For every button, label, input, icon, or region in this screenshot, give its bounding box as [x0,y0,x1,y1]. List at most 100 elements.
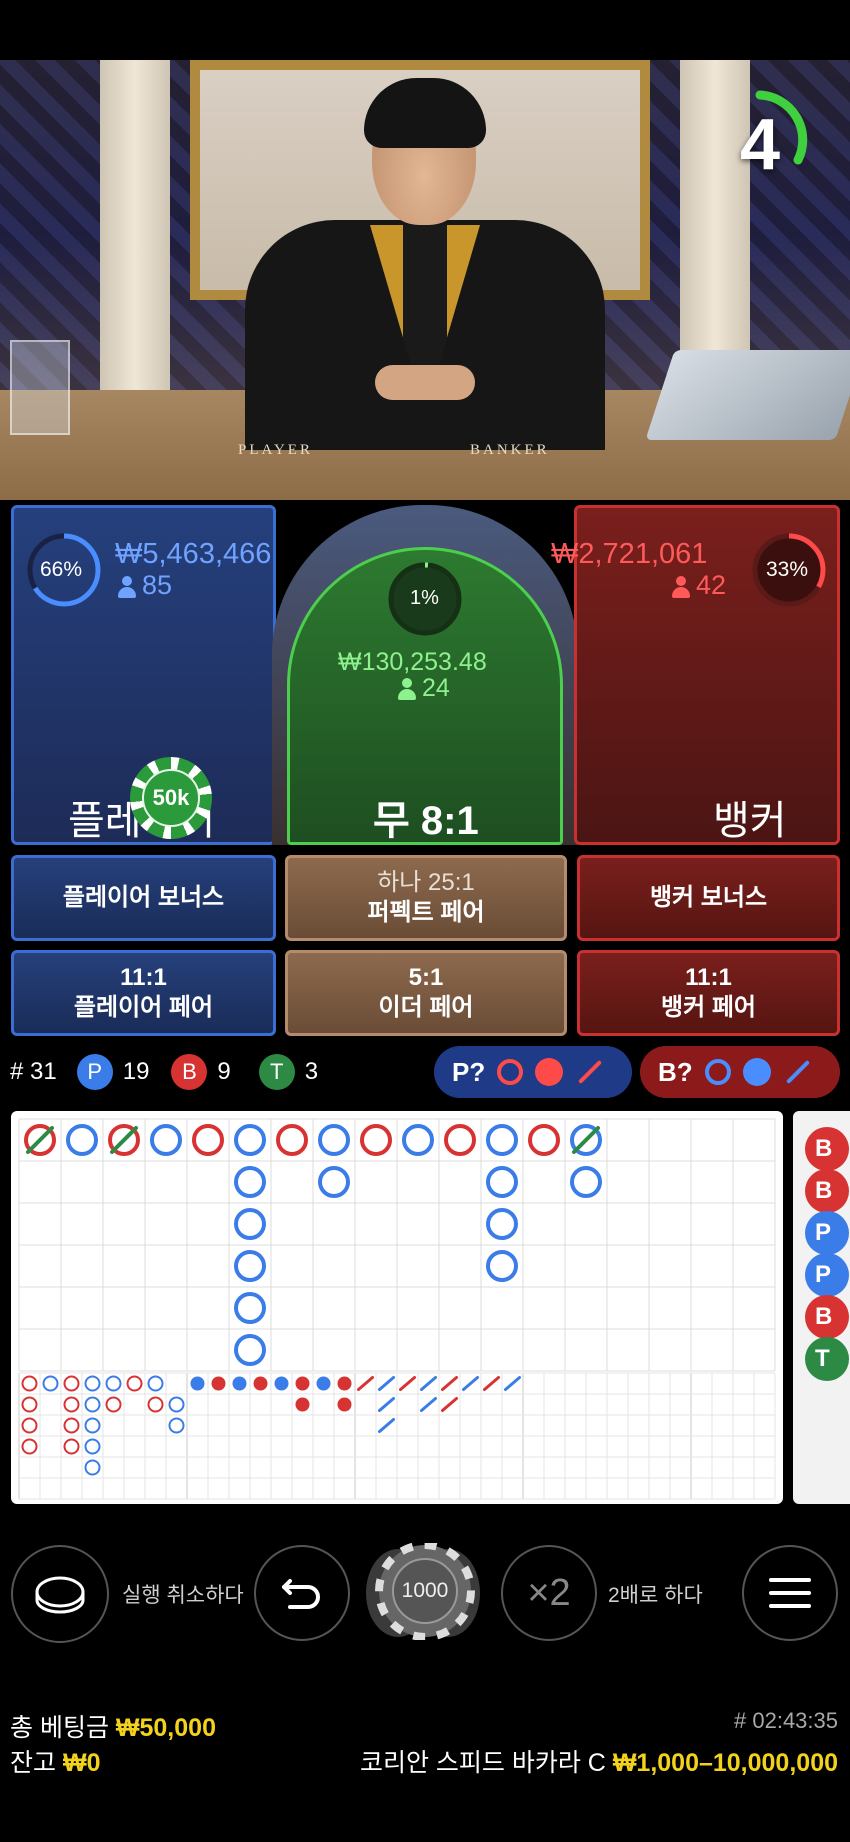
player-wins-badge: P [76,1054,113,1090]
player-wins-count: 19 [122,1058,150,1085]
small-road-mark [211,1376,226,1391]
small-road-mark [337,1397,352,1412]
big-road-player-mark [318,1166,350,1198]
big-eye-road-mark [63,1375,80,1392]
table-name: 코리안 스피드 바카라 C [359,1749,606,1777]
undo-button[interactable] [254,1545,350,1641]
big-eye-road-mark [126,1375,143,1392]
cockroach-road-mark [441,1376,458,1391]
big-road-banker-mark [528,1124,560,1156]
big-road-player-mark [486,1124,518,1156]
bead-side-badge: B [805,1127,849,1171]
big-road-banker-mark [276,1124,308,1156]
side-bet-player-pair[interactable]: 11:1 플레이어 페어 [11,950,276,1036]
player-percent: 66% [40,558,83,581]
balance-value: ₩0 [62,1749,101,1777]
balance-row: 잔고 ₩0 [10,1743,100,1779]
tie-count-row: 24 [398,674,450,703]
big-eye-road-mark [63,1438,80,1455]
cockroach-road-mark [420,1376,437,1391]
big-eye-road-mark [63,1417,80,1434]
cockroach-road-mark [378,1376,395,1391]
hamburger-menu-icon [769,1578,811,1608]
big-road-player-mark [234,1166,266,1198]
bead-road-sidebar: BBPPBT [793,1111,850,1504]
banker-pair-label: 뱅커 페어 [661,994,756,1021]
big-eye-road-mark [84,1375,101,1392]
person-icon [672,575,690,598]
cockroach-road-mark [399,1376,416,1391]
cockroach-predict-icon [785,1059,810,1085]
banker-wins-badge: B [171,1054,208,1090]
player-pair-odds: 11:1 [120,964,167,991]
bead-side-badge: P [805,1211,849,1255]
chip-selector[interactable]: 1000 [362,1543,484,1640]
tie-slash-mark [26,1126,54,1154]
banker-percent: 33% [766,558,809,581]
bead-side-badge: B [805,1169,849,1213]
big-road-player-mark [318,1124,350,1156]
side-bet-player-bonus[interactable]: 플레이어 보너스 [11,855,276,941]
banker-wins-count: 9 [217,1058,231,1085]
small-road-mark [295,1397,310,1412]
scoreboard-roadmap[interactable] [11,1111,783,1504]
countdown-timer: 4 [710,90,820,205]
total-bet-label: 총 베팅금 [10,1714,109,1742]
side-bet-either-pair[interactable]: 5:1 이더 페어 [285,950,567,1036]
double-button[interactable]: ×2 [501,1545,597,1641]
cockroach-road-mark [357,1376,374,1391]
side-bet-banker-bonus[interactable]: 뱅커 보너스 [577,855,840,941]
roadmap-grid [18,1118,776,1500]
banker-pair-odds: 11:1 [685,964,732,991]
bead-side-badge: P [805,1253,849,1297]
bead-side-badge: T [805,1337,849,1381]
table-limits: ₩1,000–10,000,000 [612,1749,838,1777]
small-road-predict-icon [535,1058,564,1086]
big-eye-road-mark [63,1396,80,1413]
big-eye-road-mark [42,1375,59,1392]
person-icon [398,678,416,701]
cockroach-road-mark [378,1397,395,1412]
table-info-row: 코리안 스피드 바카라 C ₩1,000–10,000,000 [360,1743,838,1779]
side-bet-banker-pair[interactable]: 11:1 뱅커 페어 [577,950,840,1036]
small-road-mark [232,1376,247,1391]
cockroach-road-mark [504,1376,521,1391]
big-eye-predict-icon [497,1059,524,1085]
banker-total-amount: ₩2,721,061 [551,538,708,570]
banker-predict-label: B? [658,1056,693,1087]
player-pair-label: 플레이어 페어 [73,994,214,1021]
timer-seconds: 4 [739,105,781,185]
tie-percent: 1% [410,587,439,609]
layout-toggle-button[interactable] [11,1545,109,1643]
cockroach-road-mark [483,1376,500,1391]
total-bet-value: ₩50,000 [115,1714,216,1742]
card-discard-tray [10,340,70,435]
banker-count: 42 [696,570,727,600]
big-road-player-mark [234,1334,266,1366]
player-predict-button[interactable]: P? [434,1046,632,1098]
big-road-player-mark [234,1208,266,1240]
small-road-mark [295,1376,310,1391]
table-player-label: PLAYER [238,442,313,458]
menu-button[interactable] [742,1545,838,1641]
placed-chip[interactable]: 50k [130,757,212,839]
either-pair-label: 이더 페어 [378,994,474,1021]
table-banker-label: BANKER [470,442,550,458]
big-eye-road-mark [105,1375,122,1392]
banker-predict-button[interactable]: B? [640,1046,840,1098]
cockroach-road-mark [420,1397,437,1412]
big-eye-road-mark [21,1438,38,1455]
small-road-mark [337,1376,352,1391]
tie-count: 24 [422,674,450,702]
total-bet-row: 총 베팅금 ₩50,000 [10,1708,216,1744]
cockroach-road-mark [462,1376,479,1391]
small-road-mark [190,1376,205,1391]
player-predict-label: P? [452,1056,486,1087]
big-eye-predict-icon [704,1059,731,1085]
side-bet-perfect-pair[interactable]: 하나 25:1 퍼펙트 페어 [285,855,567,941]
big-eye-road-mark [105,1396,122,1413]
tie-slash-mark [110,1126,138,1154]
big-eye-road-mark [21,1417,38,1434]
big-eye-road-mark [84,1438,101,1455]
banker-count-row: 42 [672,570,726,601]
